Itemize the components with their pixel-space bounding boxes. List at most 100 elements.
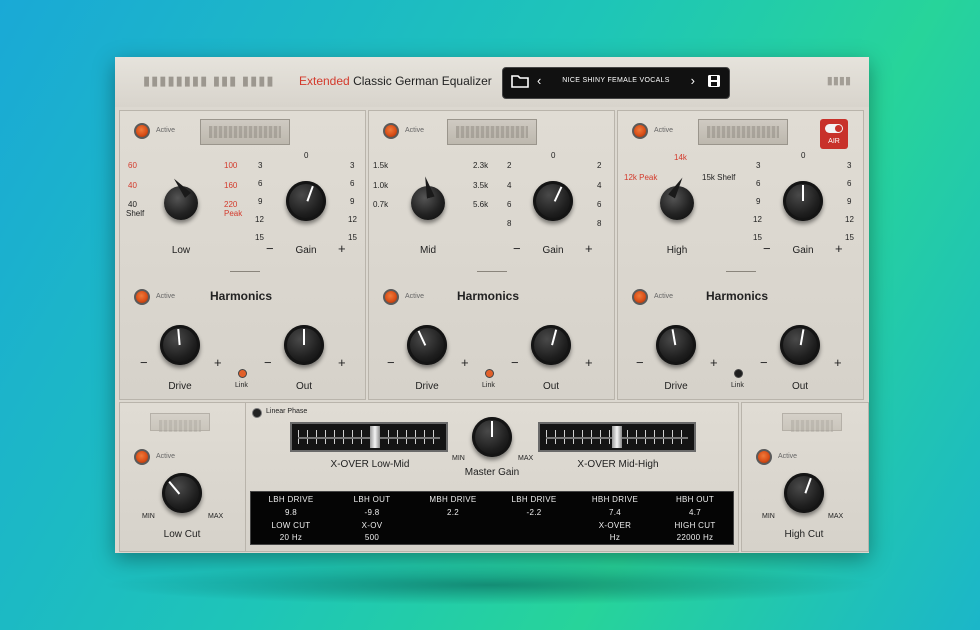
low-out-knob[interactable] [279,320,329,370]
low-divider [230,271,260,272]
high-drive-label: Drive [664,381,688,392]
high-freq-15k-shelf: 15k Shelf [702,173,736,182]
display-label-xover-low: X-OV [361,521,383,530]
linear-phase-toggle[interactable] [252,408,262,418]
mid-gain-plus: + [585,241,593,256]
preset-name[interactable]: NICE SHINY FEMALE VOCALS [547,77,685,84]
chevron-right-icon[interactable]: › [691,73,695,88]
display-value-high-cut: 22000 Hz [676,533,714,542]
high-gain-knob[interactable] [778,176,828,226]
master-gain-min: MIN [452,455,465,462]
low-gain-right-9: 9 [350,197,355,206]
low-cut-active-button[interactable] [134,449,150,465]
mid-out-minus: − [511,355,519,370]
high-cut-knob[interactable] [779,468,829,518]
high-gain-zero: 0 [801,151,806,160]
high-cut-label: High Cut [784,529,824,540]
display-label-lbh-drive: LBH DRIVE [268,495,314,504]
xover-mid-high-handle[interactable] [612,426,622,448]
mid-gain-label: Gain [542,245,564,256]
low-frequency-selector[interactable] [164,186,198,220]
low-freq-160: 160 [224,181,238,190]
high-cut-active-label: Active [778,453,798,460]
high-drive-plus: + [710,355,718,370]
low-gain-left-12: 12 [255,215,264,224]
mid-band-badge [447,119,537,145]
mid-out-knob[interactable] [526,320,576,370]
high-gain-plus: + [835,241,843,256]
display-label-lbh-out: LBH OUT [353,495,391,504]
low-cut-badge [150,413,210,432]
high-cut-badge [782,413,842,432]
display-value-low-cut: 20 Hz [279,533,303,542]
high-gain-right-6: 6 [847,179,852,188]
air-label: AIR [828,138,840,145]
high-cut-active-button[interactable] [756,449,772,465]
low-gain-plus: + [338,241,346,256]
high-harmonics-active-button[interactable] [632,289,648,305]
crossover-section: Linear Phase X-OVER Low-Mid MIN MAX Mast… [245,402,739,552]
high-band-section: Active AIR 14k 12k Peak 15k Shelf High 3… [617,110,864,400]
high-link-button[interactable] [734,369,743,378]
linear-phase-label: Linear Phase [266,408,308,415]
mid-freq-2.3k: 2.3k [473,161,489,170]
high-gain-right-3: 3 [847,161,852,170]
low-frequency-label: Low [171,245,191,256]
mid-gain-left-8: 8 [507,219,512,228]
mid-gain-left-2: 2 [507,161,512,170]
high-band-active-button[interactable] [632,123,648,139]
high-drive-knob[interactable] [651,320,701,370]
low-cut-max: MAX [208,513,224,520]
low-freq-60: 60 [128,161,137,170]
mid-gain-right-4: 4 [597,181,602,190]
xover-low-mid-rail [298,437,440,439]
high-frequency-selector[interactable] [660,186,694,220]
low-band-active-label: Active [156,127,176,134]
version-logo: ▮▮▮▮ [826,75,851,87]
low-harmonics-active-button[interactable] [134,289,150,305]
xover-mid-high-label: X-OVER Mid-High [577,459,659,470]
chevron-left-icon[interactable]: ‹ [537,73,541,88]
master-gain-knob[interactable] [467,412,517,462]
mid-band-section: Active 1.5k 1.0k 0.7k 2.3k 3.5k 5.6k Mid… [368,110,615,400]
high-drive-minus: − [636,355,644,370]
xover-low-mid-handle[interactable] [370,426,380,448]
equalizer-plugin-window: ▮▮▮▮▮▮▮▮ ▮▮▮ ▮▮▮▮ Extended Classic Germa… [115,57,869,553]
mid-band-active-button[interactable] [383,123,399,139]
high-harmonics-active-label: Active [654,293,674,300]
mid-harmonics-active-button[interactable] [383,289,399,305]
title-rest: Classic German Equalizer [353,74,492,88]
mid-gain-knob[interactable] [528,176,578,226]
display-label-mbh-drive: MBH DRIVE [429,495,477,504]
high-out-knob[interactable] [775,320,825,370]
low-freq-40: 40 [128,200,137,209]
low-band-active-button[interactable] [134,123,150,139]
xover-mid-high-fader[interactable] [538,422,696,452]
mid-gain-minus: − [513,241,521,256]
mid-freq-0.7k: 0.7k [373,200,389,209]
mid-drive-plus: + [461,355,469,370]
title-accent: Extended [299,74,350,88]
display-label-hbh-out: HBH OUT [675,495,715,504]
low-gain-minus: − [266,241,274,256]
low-drive-knob[interactable] [155,320,205,370]
low-gain-knob[interactable] [281,176,331,226]
air-toggle[interactable]: AIR [820,119,848,149]
mid-link-button[interactable] [485,369,494,378]
mid-frequency-selector[interactable] [411,186,445,220]
high-frequency-label: High [666,245,688,256]
save-icon[interactable] [707,74,721,91]
high-out-label: Out [791,381,809,392]
low-cut-knob[interactable] [157,468,207,518]
low-link-button[interactable] [238,369,247,378]
mid-gain-right-6: 6 [597,200,602,209]
master-gain-label: Master Gain [464,467,520,478]
mid-drive-knob[interactable] [402,320,452,370]
xover-low-mid-fader[interactable] [290,422,448,452]
low-freq-220: 220 [224,200,238,209]
display-label-high-cut: HIGH CUT [674,521,716,530]
low-link-label: Link [235,382,248,389]
high-cut-section: Active MIN MAX High Cut [741,402,869,552]
mid-gain-right-8: 8 [597,219,602,228]
folder-icon[interactable] [511,74,529,91]
